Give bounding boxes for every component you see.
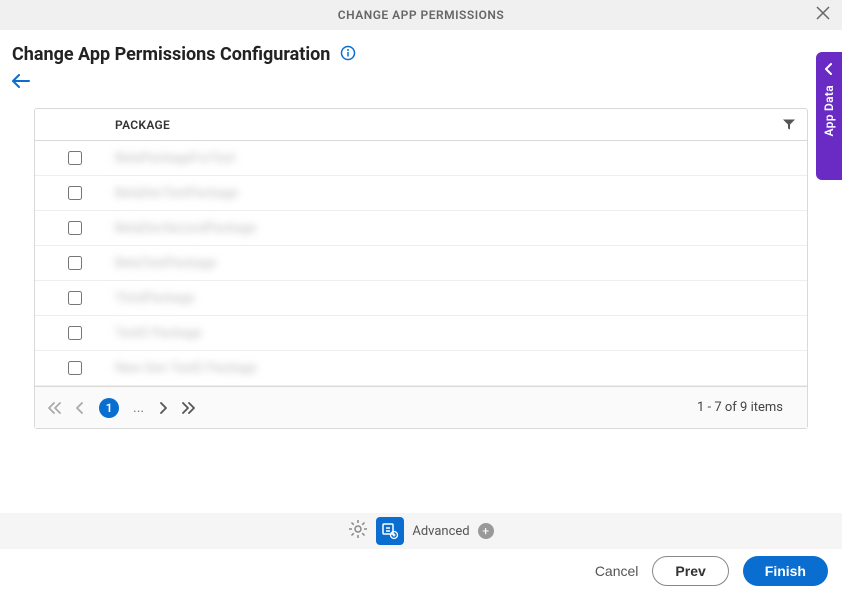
page-ellipsis: ... [133, 400, 144, 416]
row-checkbox[interactable] [68, 256, 82, 270]
package-name: New Gen TestD Package [115, 361, 257, 376]
page-last-icon[interactable] [182, 402, 196, 414]
gear-icon[interactable] [348, 519, 368, 543]
modal-header: CHANGE APP PERMISSIONS [0, 0, 842, 30]
table-row[interactable]: BetaPackageForTest [35, 141, 807, 176]
footer-actions: Cancel Prev Finish [0, 549, 842, 593]
page-prev-icon[interactable] [75, 402, 85, 414]
back-arrow-icon[interactable] [12, 73, 30, 92]
package-name: TestD Package [115, 326, 202, 341]
row-checkbox[interactable] [68, 221, 82, 235]
row-checkbox-wrap [35, 221, 115, 235]
close-icon[interactable] [816, 6, 830, 24]
package-name: BetaDevTestPackage [115, 186, 238, 201]
row-checkbox-wrap [35, 186, 115, 200]
bottom-toolbar: Advanced + [0, 513, 842, 549]
prev-button[interactable]: Prev [652, 556, 728, 586]
advanced-label[interactable]: Advanced [412, 524, 469, 539]
row-checkbox[interactable] [68, 151, 82, 165]
finish-button[interactable]: Finish [743, 556, 828, 586]
table-row[interactable]: New Gen TestD Package [35, 351, 807, 386]
back-row [0, 71, 842, 100]
table-row[interactable]: BetaTestPackage [35, 246, 807, 281]
table-row[interactable]: BetaDevTestPackage [35, 176, 807, 211]
table-row[interactable]: ThirdPackage [35, 281, 807, 316]
app-data-side-tab[interactable]: App Data [816, 52, 842, 180]
page-next-icon[interactable] [158, 402, 168, 414]
pagination-bar: 1 ... 1 - 7 of 9 items [35, 386, 807, 428]
package-name: BetaPackageForTest [115, 151, 235, 166]
modal-title: CHANGE APP PERMISSIONS [338, 8, 505, 22]
filter-icon[interactable] [783, 115, 795, 134]
row-checkbox[interactable] [68, 291, 82, 305]
table-header: PACKAGE [35, 109, 807, 141]
info-icon[interactable] [340, 45, 356, 65]
row-checkbox-wrap [35, 326, 115, 340]
row-checkbox-wrap [35, 151, 115, 165]
form-builder-icon[interactable] [376, 517, 404, 545]
chevron-left-icon [824, 60, 834, 79]
side-tab-label: App Data [822, 85, 836, 136]
row-checkbox[interactable] [68, 361, 82, 375]
page-title-row: Change App Permissions Configuration [0, 30, 842, 71]
row-checkbox-wrap [35, 256, 115, 270]
cancel-button[interactable]: Cancel [595, 563, 639, 579]
row-checkbox[interactable] [68, 186, 82, 200]
package-name: BetaDevSecondPackage [115, 221, 256, 236]
package-column-header[interactable]: PACKAGE [115, 118, 170, 132]
package-name: BetaTestPackage [115, 256, 216, 271]
pagination-info: 1 - 7 of 9 items [697, 400, 783, 415]
row-checkbox[interactable] [68, 326, 82, 340]
page-title: Change App Permissions Configuration [12, 44, 330, 65]
pagination-nav: 1 ... [47, 398, 196, 418]
plus-icon[interactable]: + [478, 523, 494, 539]
page-current[interactable]: 1 [99, 398, 119, 418]
row-checkbox-wrap [35, 361, 115, 375]
table-row[interactable]: TestD Package [35, 316, 807, 351]
row-checkbox-wrap [35, 291, 115, 305]
package-table: PACKAGE BetaPackageForTest BetaDevTestPa… [34, 108, 808, 429]
package-name: ThirdPackage [115, 291, 195, 306]
page-first-icon[interactable] [47, 402, 61, 414]
table-row[interactable]: BetaDevSecondPackage [35, 211, 807, 246]
